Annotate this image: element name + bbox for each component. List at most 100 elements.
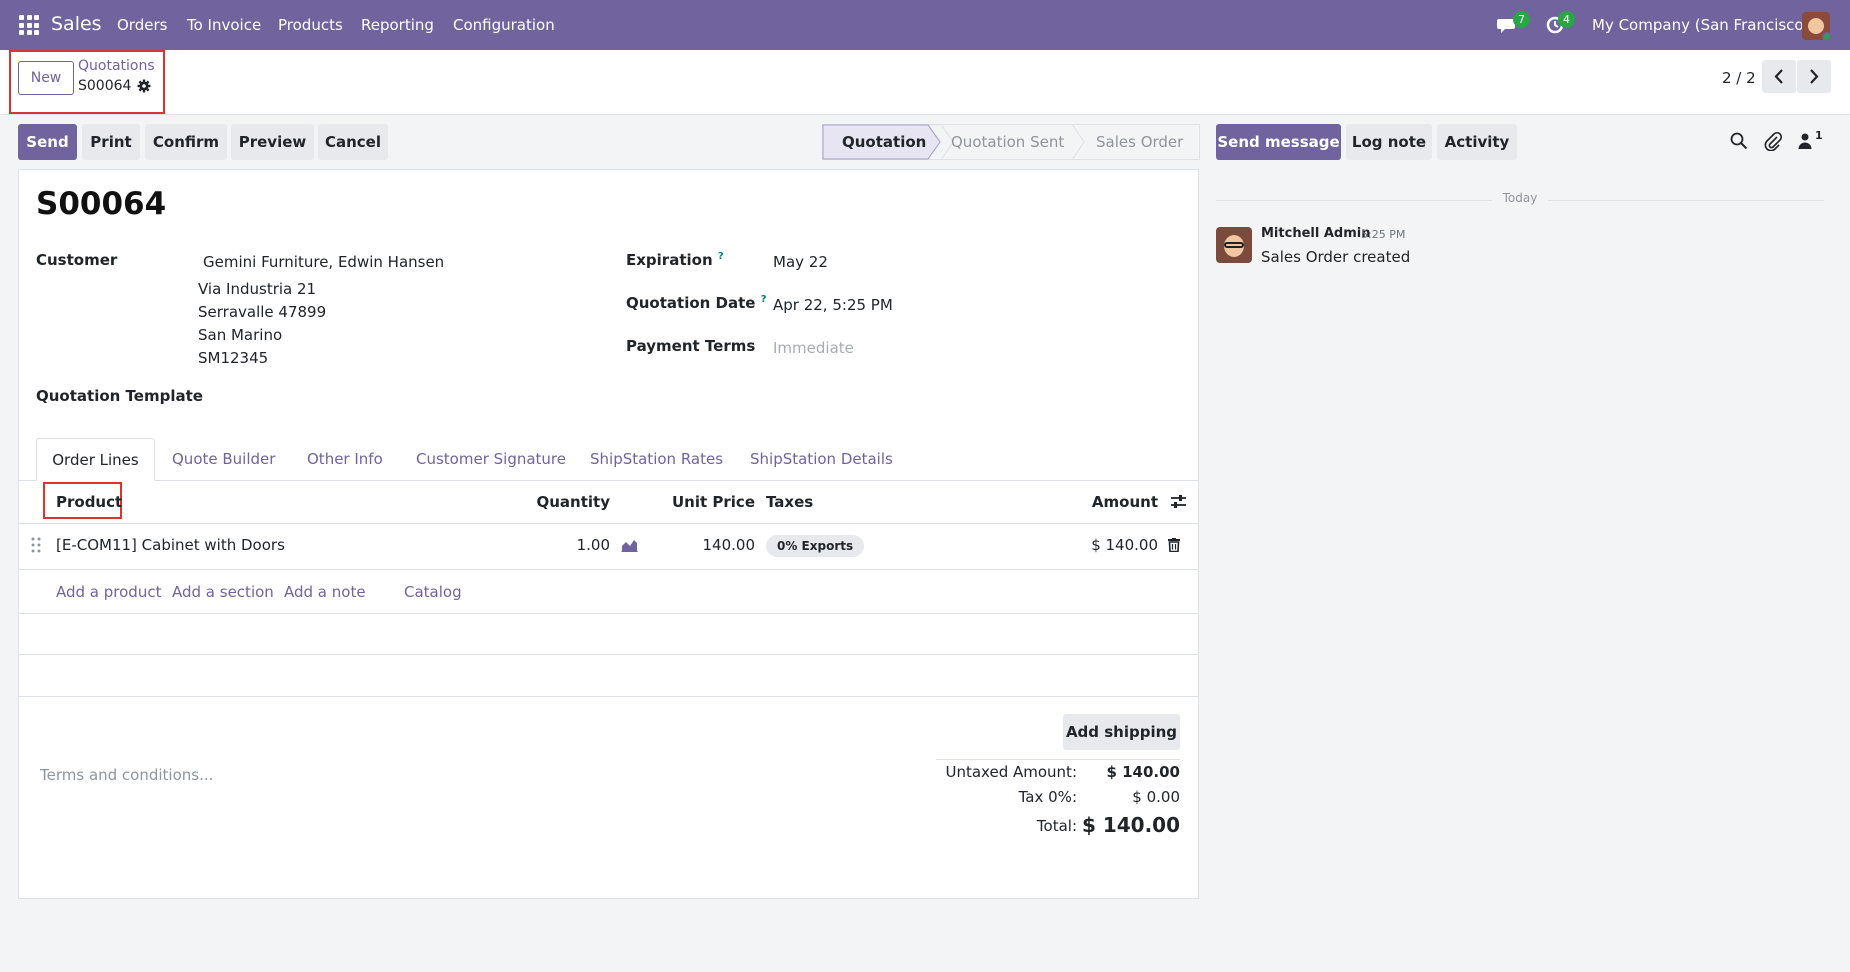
tab-shipstation-details[interactable]: ShipStation Details <box>750 450 893 468</box>
help-tooltip-icon[interactable]: ? <box>761 294 767 305</box>
row-unit-price[interactable]: 140.00 <box>655 536 756 554</box>
row-quantity[interactable]: 1.00 <box>510 536 610 554</box>
send-button[interactable]: Send <box>18 124 77 160</box>
messages-count-badge: 7 <box>1513 11 1530 28</box>
record-title: S00064 <box>36 186 167 222</box>
column-header-unit-price[interactable]: Unit Price <box>655 493 755 511</box>
followers-count: 1 <box>1815 129 1823 142</box>
followers-user-icon[interactable] <box>1798 133 1812 149</box>
print-button[interactable]: Print <box>82 124 140 160</box>
confirm-button[interactable]: Confirm <box>145 124 227 160</box>
tax-tag[interactable]: 0% Exports <box>766 535 865 557</box>
column-header-amount[interactable]: Amount <box>1058 493 1158 511</box>
total-label: Total: <box>1036 817 1077 835</box>
add-shipping-button[interactable]: Add shipping <box>1063 714 1180 750</box>
online-status-icon <box>1822 32 1830 40</box>
date-separator: Today <box>1502 191 1538 205</box>
column-header-taxes[interactable]: Taxes <box>766 493 813 511</box>
trash-icon[interactable] <box>1168 538 1180 552</box>
search-icon[interactable] <box>1730 132 1748 150</box>
app-menu-grid-icon[interactable] <box>19 15 39 35</box>
column-header-quantity[interactable]: Quantity <box>510 493 611 511</box>
expiration-field[interactable]: May 22 <box>773 253 828 271</box>
customer-field[interactable]: Gemini Furniture, Edwin Hansen <box>203 253 444 271</box>
message-author[interactable]: Mitchell Admin <box>1261 226 1370 241</box>
chevron-left-icon <box>1774 69 1783 84</box>
customer-label: Customer <box>36 251 118 269</box>
payment-terms-field[interactable]: Immediate <box>773 339 854 357</box>
help-tooltip-icon[interactable]: ? <box>718 251 724 262</box>
log-note-button[interactable]: Log note <box>1346 124 1432 160</box>
breadcrumb-quotations[interactable]: Quotations <box>78 58 155 74</box>
menu-reporting[interactable]: Reporting <box>361 16 434 34</box>
catalog-link[interactable]: Catalog <box>404 583 462 601</box>
status-sales-order[interactable]: Sales Order <box>1096 124 1196 160</box>
control-panel <box>0 50 1850 115</box>
cancel-button[interactable]: Cancel <box>318 124 388 160</box>
add-note-link[interactable]: Add a note <box>284 583 366 601</box>
row-amount: $ 140.00 <box>1091 536 1158 554</box>
terms-and-conditions-field[interactable]: Terms and conditions... <box>40 766 213 784</box>
tab-shipstation-rates[interactable]: ShipStation Rates <box>590 450 723 468</box>
send-message-button[interactable]: Send message <box>1216 124 1341 160</box>
tab-quote-builder[interactable]: Quote Builder <box>172 450 275 468</box>
column-header-product[interactable]: Product <box>56 493 122 511</box>
message-author-avatar[interactable] <box>1216 227 1252 263</box>
address-line: SM12345 <box>198 349 269 367</box>
date-separator-line <box>1216 200 1492 201</box>
row-divider <box>18 613 1199 614</box>
app-brand[interactable]: Sales <box>51 13 102 35</box>
status-quotation[interactable]: Quotation <box>842 124 932 160</box>
payment-terms-label: Payment Terms <box>626 337 756 355</box>
address-line: San Marino <box>198 326 283 344</box>
address-line: Via Industria 21 <box>198 280 317 298</box>
user-avatar[interactable] <box>1802 12 1830 40</box>
drag-handle-icon[interactable] <box>31 537 41 553</box>
menu-orders[interactable]: Orders <box>117 16 167 34</box>
row-divider <box>18 569 1199 570</box>
quotation-template-label: Quotation Template <box>36 387 203 405</box>
row-product[interactable]: [E-COM11] Cabinet with Doors <box>56 536 285 554</box>
menu-to-invoice[interactable]: To Invoice <box>187 16 261 34</box>
quotation-date-label: Quotation Date ? <box>626 294 767 312</box>
tab-order-lines[interactable]: Order Lines <box>36 438 155 481</box>
activities-count-badge: 4 <box>1558 11 1575 28</box>
new-button[interactable]: New <box>18 61 74 95</box>
quotation-date-field[interactable]: Apr 22, 5:25 PM <box>773 296 893 314</box>
add-product-link[interactable]: Add a product <box>56 583 161 601</box>
activity-button[interactable]: Activity <box>1437 124 1517 160</box>
tab-other-info[interactable]: Other Info <box>307 450 383 468</box>
top-navbar: Sales Orders To Invoice Products Reporti… <box>0 0 1850 50</box>
message-time: 5:25 PM <box>1361 228 1406 241</box>
table-header-divider <box>18 523 1199 524</box>
tax-value: $ 0.00 <box>1132 788 1180 806</box>
company-switcher[interactable]: My Company (San Francisco) <box>1592 16 1809 34</box>
date-separator-line <box>1548 200 1824 201</box>
add-section-link[interactable]: Add a section <box>172 583 274 601</box>
address-line: Serravalle 47899 <box>198 303 327 321</box>
pager-next-button[interactable] <box>1797 60 1831 93</box>
totals-divider <box>936 759 1180 760</box>
tabs-divider <box>18 480 1199 481</box>
attachment-paperclip-icon[interactable] <box>1764 131 1782 151</box>
tab-customer-signature[interactable]: Customer Signature <box>416 450 566 468</box>
forecast-chart-icon[interactable] <box>621 538 638 552</box>
row-divider <box>18 696 1199 697</box>
menu-products[interactable]: Products <box>278 16 343 34</box>
menu-configuration[interactable]: Configuration <box>453 16 555 34</box>
status-quotation-sent[interactable]: Quotation Sent <box>951 124 1081 160</box>
message-body: Sales Order created <box>1261 248 1411 266</box>
breadcrumb-current: S00064 <box>78 78 132 94</box>
total-value: $ 140.00 <box>1081 813 1180 837</box>
pager-value[interactable]: 2 / 2 <box>1722 69 1756 87</box>
gear-icon[interactable] <box>137 79 151 93</box>
chevron-right-icon <box>1810 69 1819 84</box>
tax-label: Tax 0%: <box>1018 788 1077 806</box>
optional-columns-sliders-icon[interactable] <box>1170 494 1187 509</box>
preview-button[interactable]: Preview <box>231 124 314 160</box>
row-divider <box>18 654 1199 655</box>
expiration-label: Expiration ? <box>626 251 724 269</box>
pager-previous-button[interactable] <box>1762 60 1796 93</box>
untaxed-amount-value: $ 140.00 <box>1106 763 1180 781</box>
untaxed-amount-label: Untaxed Amount: <box>945 763 1078 781</box>
